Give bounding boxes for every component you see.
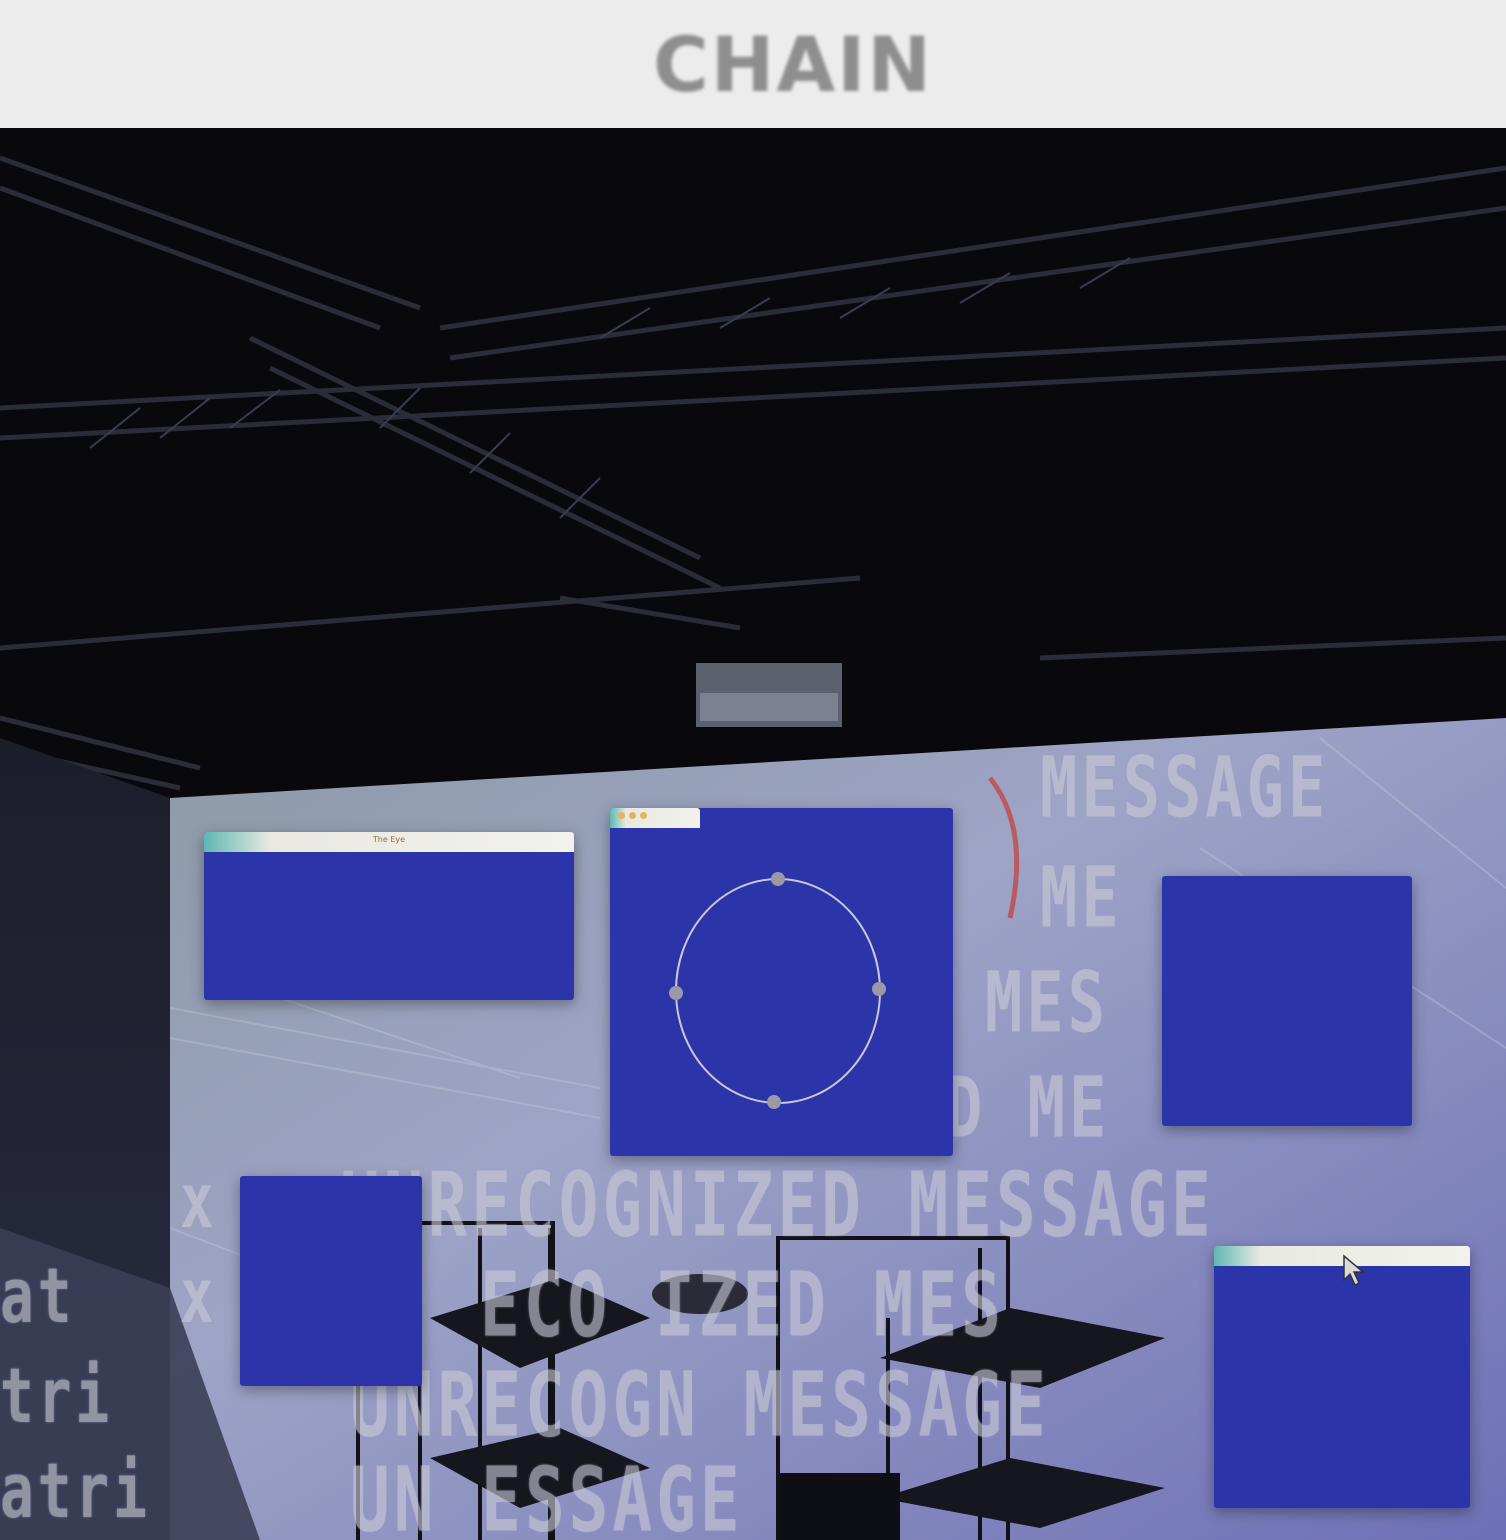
projection-line: ME	[1040, 848, 1123, 947]
projection-line: UN ESSAGE	[350, 1448, 744, 1540]
projection-line: D ME	[945, 1058, 1111, 1157]
projected-window-the-eye: The Eye	[204, 832, 574, 1000]
projection-fragment: tri	[0, 1353, 114, 1441]
projection-fragment: x	[180, 1253, 218, 1341]
page-header: CHAIN	[0, 0, 1506, 128]
circle-graphic	[669, 872, 886, 1109]
projection-line: ECO IZED MES	[480, 1253, 1005, 1357]
projection-line: UNRECOGNIZED MESSAGE	[340, 1153, 1215, 1257]
projected-window-circle	[610, 808, 953, 1156]
projection-fragment: atri	[0, 1448, 151, 1536]
cursor-icon	[1343, 1254, 1366, 1287]
projected-window-lower-right	[1214, 1246, 1470, 1508]
projected-window-lower-left	[240, 1176, 422, 1386]
page-title: CHAIN	[652, 19, 934, 109]
projected-window-right	[1162, 876, 1412, 1126]
projection-fragment: x	[180, 1158, 218, 1246]
projection-line: UNRECOGN MESSAGE	[350, 1353, 1050, 1457]
window-title: The Eye	[372, 835, 406, 844]
window-titlebar: The Eye	[204, 832, 574, 852]
projection-line: MESSAGE	[1040, 738, 1330, 837]
installation-photo: MESSAGE ME MES D ME UNRECOGNIZED MESSAGE…	[0, 128, 1506, 1540]
projection-fragment: at	[0, 1253, 76, 1341]
projection-line: MES	[985, 953, 1109, 1052]
